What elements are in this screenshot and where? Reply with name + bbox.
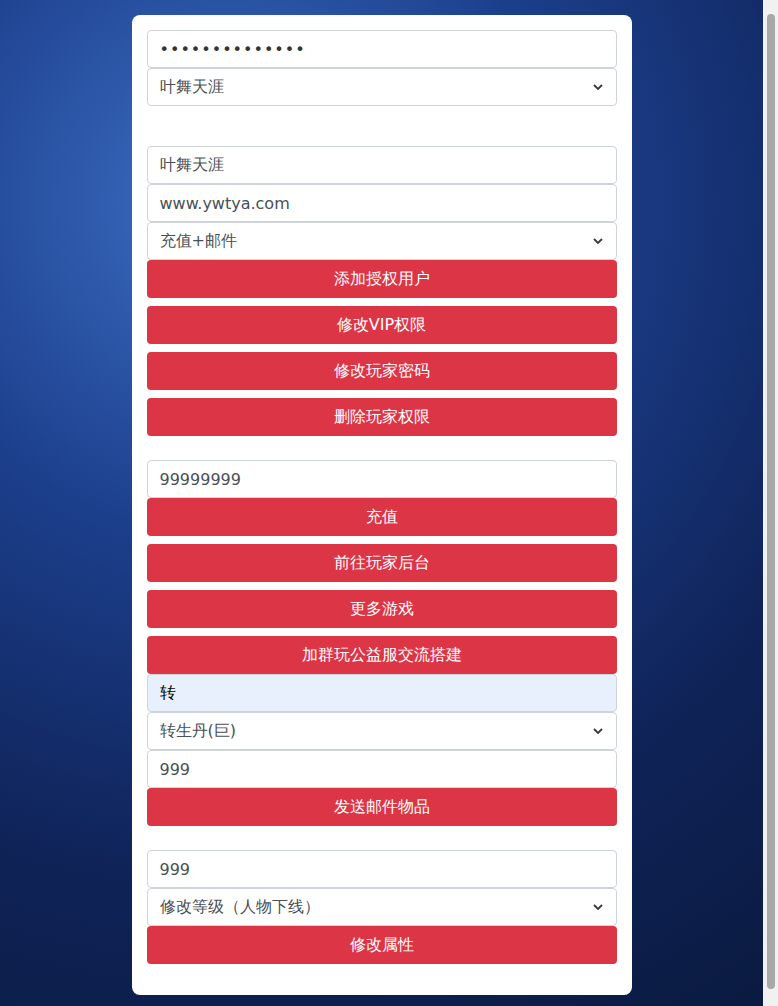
recharge-button[interactable]: 前往玩家后台 [147,544,617,582]
permission-select[interactable]: 充值+邮件 [147,222,617,260]
password-input[interactable]: •••••••••••••• [147,30,617,68]
scrollbar[interactable] [763,0,778,1006]
recharge-buttons: 充值前往玩家后台更多游戏加群玩公益服交流搭建 [147,498,617,674]
chevron-down-icon [592,81,604,93]
quantity-input[interactable]: 999 [147,750,617,788]
auth-button[interactable]: 删除玩家权限 [147,398,617,436]
server-select[interactable]: 叶舞天涯 [147,68,617,106]
item-select[interactable]: 转生丹(巨) [147,712,617,750]
chevron-down-icon [592,725,604,737]
attribute-select[interactable]: 修改等级（人物下线） [147,888,617,926]
attribute-value-input[interactable]: 999 [147,850,617,888]
login-group: ••••••••••••••叶舞天涯 [147,30,617,106]
recharge-button[interactable]: 充值 [147,498,617,536]
auth-group: 叶舞天涯www.ywtya.com充值+邮件添加授权用户修改VIP权限修改玩家密… [147,146,617,436]
auth-buttons: 添加授权用户修改VIP权限修改玩家密码删除玩家权限 [147,260,617,436]
chevron-down-icon [592,901,604,913]
username-input[interactable]: 叶舞天涯 [147,146,617,184]
background-image: ••••••••••••••叶舞天涯叶舞天涯www.ywtya.com充值+邮件… [0,0,763,1006]
send-mail-button[interactable]: 发送邮件物品 [147,788,617,826]
amount-input[interactable]: 99999999 [147,460,617,498]
recharge-button[interactable]: 更多游戏 [147,590,617,628]
item-search-input[interactable]: 转 [147,674,617,712]
recharge-group: 99999999充值前往玩家后台更多游戏加群玩公益服交流搭建转转生丹(巨)999… [147,460,617,826]
scrollbar-thumb[interactable] [767,14,775,989]
admin-panel: ••••••••••••••叶舞天涯叶舞天涯www.ywtya.com充值+邮件… [132,15,632,995]
recharge-button[interactable]: 加群玩公益服交流搭建 [147,636,617,674]
auth-button[interactable]: 修改玩家密码 [147,352,617,390]
attribute-group: 999修改等级（人物下线）修改属性 [147,850,617,964]
chevron-down-icon [592,235,604,247]
auth-button[interactable]: 修改VIP权限 [147,306,617,344]
modify-attribute-button[interactable]: 修改属性 [147,926,617,964]
auth-button[interactable]: 添加授权用户 [147,260,617,298]
player-password-input[interactable]: www.ywtya.com [147,184,617,222]
